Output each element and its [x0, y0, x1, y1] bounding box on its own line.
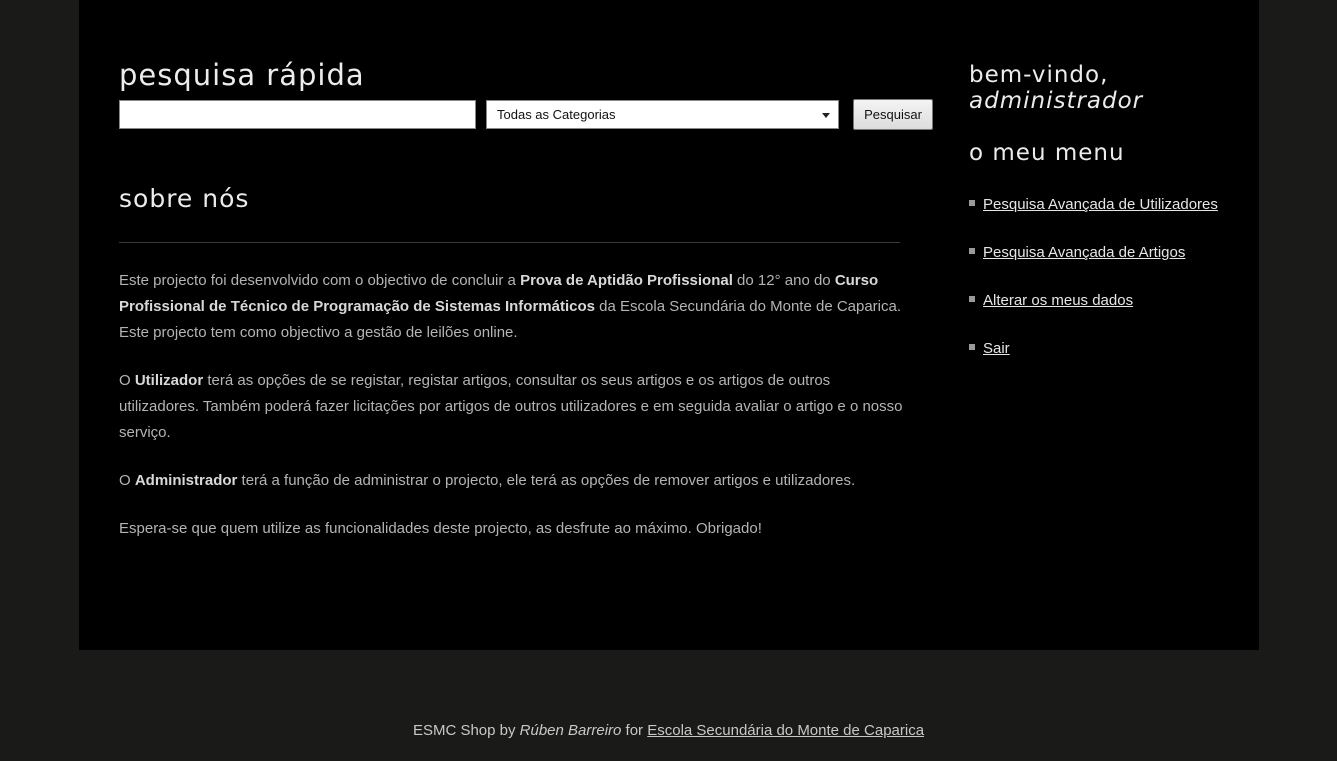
search-input[interactable]	[119, 100, 476, 129]
menu-link-logout[interactable]: Sair	[983, 340, 1010, 357]
about-title: sobre nós	[119, 184, 250, 213]
menu-link-article-search[interactable]: Pesquisa Avançada de Artigos	[983, 244, 1185, 261]
bold-text: Administrador	[134, 472, 238, 489]
menu-item-edit-profile: Alterar os meus dados	[969, 290, 1218, 338]
footer: ESMC Shop by Rúben Barreiro for Escola S…	[0, 722, 1337, 739]
bold-text: Prova de Aptidão Profissional	[520, 272, 733, 289]
text: O	[119, 472, 135, 489]
footer-text: for	[621, 722, 648, 739]
menu-item-article-search: Pesquisa Avançada de Artigos	[969, 242, 1218, 290]
text: terá a função de administrar o projecto,…	[237, 472, 856, 489]
search-button[interactable]: Pesquisar	[853, 99, 933, 130]
menu-link-edit-profile[interactable]: Alterar os meus dados	[983, 292, 1133, 309]
bullet-icon	[969, 344, 975, 351]
bullet-icon	[969, 200, 975, 207]
menu-title: o meu menu	[969, 140, 1125, 166]
footer-school-link[interactable]: Escola Secundária do Monte de Caparica	[647, 722, 924, 739]
menu-item-logout: Sair	[969, 338, 1218, 386]
search-title: pesquisa rápida	[119, 58, 365, 92]
category-select[interactable]: Todas as Categorias	[486, 100, 839, 129]
bold-text: Utilizador	[134, 372, 204, 389]
welcome-message: bem-vindo, administrador	[969, 62, 1143, 114]
bullet-icon	[969, 296, 975, 303]
about-text: Este projecto foi desenvolvido com o obj…	[119, 268, 909, 564]
about-paragraph: O Utilizador terá as opções de se regist…	[119, 368, 909, 446]
text: terá as opções de se registar, registar …	[119, 372, 903, 441]
text: O	[119, 372, 135, 389]
category-selected-label: Todas as Categorias	[497, 107, 616, 122]
welcome-text: bem-vindo,	[969, 62, 1109, 88]
about-paragraph: O Administrador terá a função de adminis…	[119, 468, 909, 494]
footer-text: ESMC Shop by	[412, 722, 520, 739]
about-paragraph: Este projecto foi desenvolvido com o obj…	[119, 268, 909, 346]
text: do 12° ano do	[732, 272, 835, 289]
username: administrador	[969, 88, 1144, 114]
dropdown-arrow-icon	[822, 113, 830, 118]
footer-author: Rúben Barreiro	[519, 722, 622, 739]
main-panel: pesquisa rápida Todas as Categorias Pesq…	[79, 0, 1259, 650]
divider	[119, 242, 900, 243]
about-paragraph: Espera-se que quem utilize as funcionali…	[119, 520, 762, 537]
text: Este projecto foi desenvolvido com o obj…	[119, 272, 521, 289]
menu-link-user-search[interactable]: Pesquisa Avançada de Utilizadores	[983, 196, 1218, 213]
bullet-icon	[969, 248, 975, 255]
menu-item-user-search: Pesquisa Avançada de Utilizadores	[969, 194, 1218, 242]
user-menu: Pesquisa Avançada de Utilizadores Pesqui…	[969, 194, 1218, 386]
